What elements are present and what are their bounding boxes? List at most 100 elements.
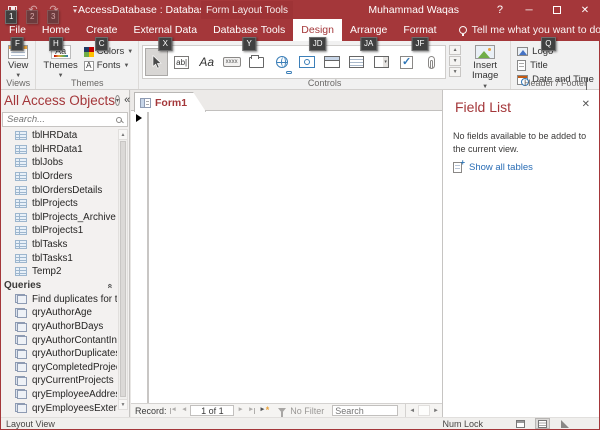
nav-item-table[interactable]: tblOrdersDetails (1, 183, 117, 197)
help-button[interactable]: ? (497, 4, 503, 16)
logo-button[interactable]: Logo (514, 45, 597, 58)
nav-scrollbar[interactable]: ▲ ▼ (118, 129, 128, 410)
nav-item-query[interactable]: qryCurrentProjects (1, 374, 117, 388)
label-control-button[interactable]: Aa (195, 48, 218, 76)
tab-control-button[interactable] (245, 48, 268, 76)
search-icon (116, 117, 122, 123)
shutter-bar-collapse-button[interactable]: « (124, 95, 130, 106)
text-box-control-button[interactable]: ab| (170, 48, 193, 76)
scroll-left-icon[interactable]: ◄ (406, 408, 418, 414)
form-layout-canvas[interactable] (131, 111, 442, 403)
nav-item-table[interactable]: tblTasks (1, 238, 117, 252)
nav-item-query[interactable]: qryAuthorContantInfo (1, 333, 117, 347)
tell-me-label: Tell me what you want to do (472, 24, 600, 36)
nav-item-table[interactable]: tblOrders (1, 170, 117, 184)
show-all-tables-link[interactable]: Show all tables (469, 162, 533, 173)
cursor-icon (151, 55, 162, 69)
maximize-button[interactable] (543, 1, 571, 19)
table-icon (15, 254, 27, 263)
record-position-box[interactable]: 1 of 1 (190, 405, 234, 416)
title-button[interactable]: Title (514, 59, 597, 72)
nav-item-table[interactable]: tblJobs (1, 156, 117, 170)
paperclip-icon (428, 56, 435, 69)
gallery-scroll-down-button[interactable]: ▼ (449, 56, 461, 66)
next-record-button[interactable]: ► (236, 407, 244, 414)
attachment-control-button[interactable] (420, 48, 443, 76)
no-filter-label[interactable]: No Filter (290, 406, 324, 416)
nav-item-query[interactable]: qryAuthorDuplicates (1, 347, 117, 361)
nav-item-query[interactable]: qryEmployeeAddresses (1, 388, 117, 402)
tell-me-box[interactable]: Tell me what you want to do Q (459, 19, 600, 41)
layout-view-button[interactable] (535, 418, 550, 429)
combo-box-control-button[interactable] (370, 48, 393, 76)
logo-icon (517, 47, 528, 56)
nav-search-input[interactable] (5, 113, 116, 126)
scrollbar-thumb[interactable] (120, 141, 126, 397)
num-lock-indicator: Num Lock (442, 419, 483, 429)
record-selector-icon (136, 114, 142, 122)
new-record-button[interactable]: ►* (258, 406, 270, 415)
nav-menu-icon[interactable]: ▾ (115, 95, 120, 106)
gallery-more-button[interactable]: ▼ (449, 67, 461, 77)
last-record-button[interactable]: ► (247, 407, 256, 414)
nav-group-header-queries[interactable]: Queries « (1, 279, 117, 293)
nav-item-table[interactable]: tblHRData (1, 129, 117, 143)
ribbon-tab[interactable]: Create C (78, 19, 126, 41)
ribbon-tab[interactable]: Arrange JA (342, 19, 395, 41)
horizontal-scrollbar[interactable]: ◄ ► (405, 404, 442, 417)
list-box-icon (349, 56, 364, 68)
nav-item-label: qryCurrentProjects (32, 375, 114, 386)
nav-item-query[interactable]: qryAuthorAge (1, 306, 117, 320)
group-label-themes: Themes (36, 78, 138, 88)
nav-item-table[interactable]: tblProjects_Archive (1, 211, 117, 225)
record-search-input[interactable] (332, 405, 398, 416)
ribbon-tab[interactable]: External Data X (125, 19, 205, 41)
hyperlink-control-button[interactable] (270, 48, 293, 76)
design-view-button[interactable] (557, 418, 572, 429)
collapse-ribbon-button[interactable] (586, 79, 593, 86)
account-user-name[interactable]: Muhammad Waqas (368, 4, 459, 16)
ribbon-tab-label: Create (86, 24, 118, 36)
nav-item-query[interactable]: Find duplicates for tblAuthors (1, 293, 117, 307)
nav-item-query[interactable]: qryCompletedProjects (1, 361, 117, 375)
ribbon-tab[interactable]: Database Tools Y (205, 19, 293, 41)
first-record-button[interactable]: ◄ (169, 407, 178, 414)
nav-item-table[interactable]: Temp2 (1, 265, 117, 279)
nav-item-table[interactable]: tblProjects1 (1, 224, 117, 238)
close-button[interactable]: ✕ (571, 1, 599, 19)
nav-item-query[interactable]: qryAuthorBDays (1, 320, 117, 334)
redo-button[interactable]: ↷ 3 (47, 3, 61, 17)
access-window: 1 ↶ 2 ↷ 3 ▾ AccessDatabase : Database- C… (0, 0, 600, 430)
web-browser-control-button[interactable] (295, 48, 318, 76)
keytip-badge: F (11, 37, 24, 51)
document-tab-form1[interactable]: Form1 (134, 92, 206, 112)
scroll-right-icon[interactable]: ► (430, 408, 442, 414)
previous-record-button[interactable]: ◄ (180, 407, 188, 414)
controls-gallery: ab| Aa xxxx ✓ (142, 45, 446, 79)
nav-queries-list: Find duplicates for tblAuthors qryAuthor… (1, 293, 117, 415)
list-box-control-button[interactable] (345, 48, 368, 76)
button-control-button[interactable]: xxxx (220, 48, 243, 76)
nav-item-label: qryEmployeesExtended (32, 403, 117, 414)
save-button[interactable]: 1 (5, 3, 19, 17)
scroll-down-icon[interactable]: ▼ (119, 399, 127, 409)
scroll-up-icon[interactable]: ▲ (119, 130, 127, 140)
nav-item-table[interactable]: tblTasks1 (1, 251, 117, 265)
undo-button[interactable]: ↶ 2 (26, 3, 40, 17)
nav-item-table[interactable]: tblProjects (1, 197, 117, 211)
select-control-button[interactable] (145, 48, 168, 76)
ribbon-tab[interactable]: Format JF (395, 19, 444, 41)
check-box-control-button[interactable]: ✓ (395, 48, 418, 76)
ribbon-tab[interactable]: Design JD (293, 19, 342, 41)
form-view-button[interactable] (513, 418, 528, 429)
table-icon (15, 158, 27, 167)
field-list-close-button[interactable]: ✕ (582, 100, 590, 110)
nav-item-table[interactable]: tblHRData1 (1, 143, 117, 157)
gallery-scroll-up-button[interactable]: ▲ (449, 45, 461, 55)
horizontal-scrollbar-thumb[interactable] (418, 405, 430, 416)
navigation-control-button[interactable] (320, 48, 343, 76)
view-shortcut-buttons (513, 418, 572, 429)
fonts-button[interactable]: A Fonts ▼ (82, 60, 135, 71)
nav-item-query[interactable]: qryEmployeesExtended (1, 401, 117, 415)
minimize-button[interactable]: ─ (515, 1, 543, 19)
